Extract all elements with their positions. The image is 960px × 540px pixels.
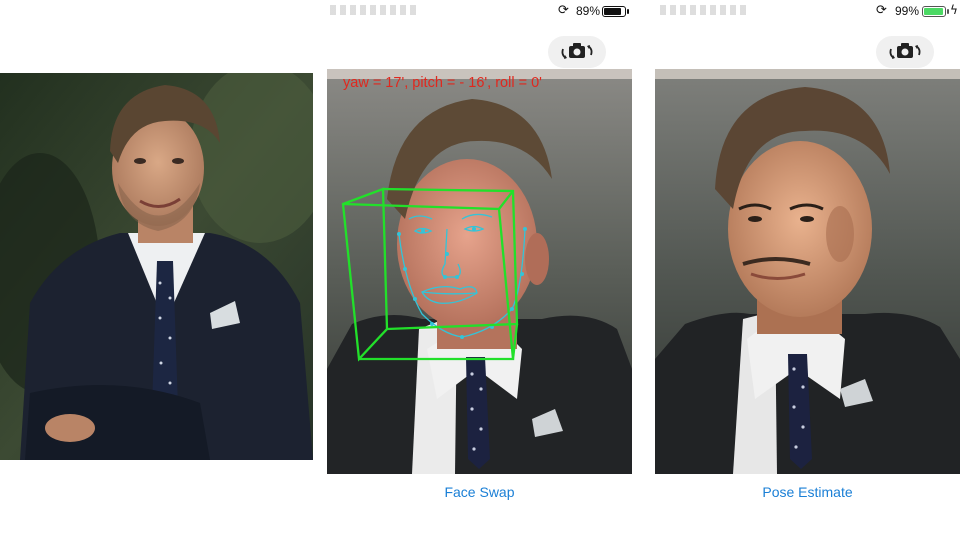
- source-photo-image: [0, 73, 313, 460]
- battery-percentage: 99%: [895, 4, 920, 18]
- landmark-points: [397, 227, 527, 339]
- face-swap-result: [655, 69, 960, 474]
- carrier-signal: [660, 5, 750, 15]
- face-swap-result-image: [655, 69, 960, 474]
- switch-camera-button[interactable]: [548, 36, 606, 68]
- orientation-lock-icon: ⟳: [876, 3, 887, 18]
- camera-switch-icon: [561, 43, 593, 59]
- charging-bolt-icon: ϟ: [950, 3, 958, 17]
- switch-camera-button[interactable]: [876, 36, 934, 68]
- status-bar: ⟳ 99% ϟ: [660, 0, 960, 24]
- status-bar: ⟳ 89%: [330, 0, 632, 24]
- pose-estimate-button[interactable]: Pose Estimate: [655, 484, 960, 500]
- battery-icon: [922, 6, 949, 17]
- battery-percentage: 89%: [576, 4, 601, 18]
- face-tracking-overlay: [341, 187, 527, 362]
- pose-angles-readout: yaw = 17', pitch = - 16', roll = 0': [343, 75, 542, 91]
- battery-icon: [602, 6, 629, 17]
- camera-preview: yaw = 17', pitch = - 16', roll = 0': [327, 69, 632, 474]
- source-photo: [0, 73, 313, 460]
- face-swap-button[interactable]: Face Swap: [327, 484, 632, 500]
- carrier-signal: [330, 5, 420, 15]
- camera-switch-icon: [889, 43, 921, 59]
- head-pose-box: [341, 187, 519, 362]
- orientation-lock-icon: ⟳: [558, 3, 569, 18]
